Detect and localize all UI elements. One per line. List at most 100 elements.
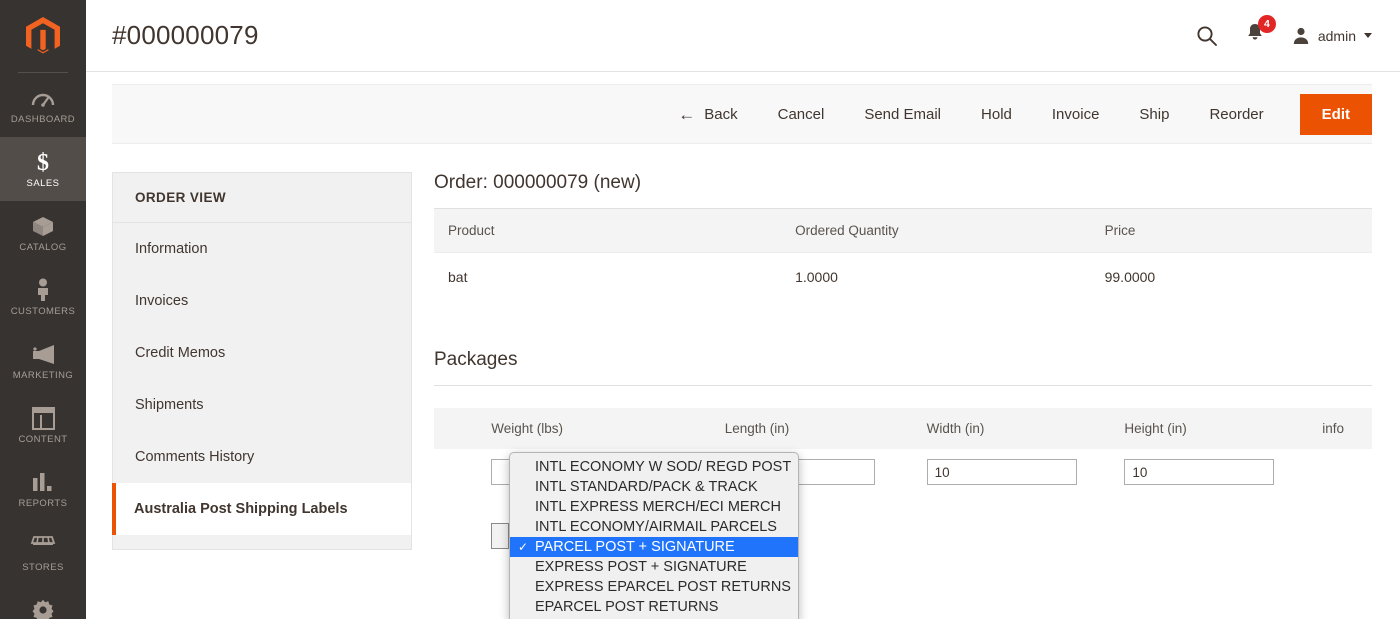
back-button[interactable]: ← Back bbox=[658, 106, 757, 123]
megaphone-icon bbox=[30, 341, 56, 367]
cell-height bbox=[1112, 449, 1310, 495]
order-items-head: Product Ordered Quantity Price bbox=[434, 209, 1372, 253]
arrow-left-icon: ← bbox=[678, 104, 696, 124]
sidebar-item-marketing[interactable]: MARKETING bbox=[0, 329, 86, 393]
ship-button[interactable]: Ship bbox=[1119, 106, 1189, 123]
width-input[interactable] bbox=[926, 459, 1077, 485]
column-weight: Weight (lbs) bbox=[479, 408, 713, 449]
sidebar-label: SALES bbox=[26, 178, 60, 189]
sidebar-label: DASHBOARD bbox=[10, 114, 76, 125]
column-height: Height (in) bbox=[1112, 408, 1311, 449]
sidebar-item-sales[interactable]: $ SALES bbox=[0, 137, 86, 201]
packages-section-title: Packages bbox=[434, 349, 1372, 386]
dropdown-option[interactable]: INTL STANDARD/PACK & TRACK bbox=[510, 477, 798, 497]
cell-info bbox=[1310, 449, 1372, 495]
sidebar-item-customers[interactable]: CUSTOMERS bbox=[0, 265, 86, 329]
bar-chart-icon bbox=[31, 469, 55, 495]
order-section-title: Order: 000000079 (new) bbox=[434, 172, 1372, 209]
magento-admin-page: DASHBOARD $ SALES CATALOG CUSTOMERS MARK… bbox=[0, 0, 1400, 619]
shipping-method-dropdown[interactable]: INTL ECONOMY W SOD/ REGD POST INTL STAND… bbox=[509, 452, 799, 619]
order-view-item-australia-post-shipping-labels[interactable]: Australia Post Shipping Labels bbox=[112, 483, 411, 535]
order-actions-toolbar: ← Back Cancel Send Email Hold Invoice Sh… bbox=[112, 84, 1372, 144]
cell-price: 99.0000 bbox=[1090, 252, 1372, 301]
order-view-item-information[interactable]: Information bbox=[113, 223, 411, 275]
magento-logo-icon bbox=[26, 17, 60, 54]
table-header-row: Product Ordered Quantity Price bbox=[434, 209, 1372, 253]
check-icon: ✓ bbox=[518, 540, 529, 554]
sidebar-label: REPORTS bbox=[18, 498, 68, 509]
order-view-heading: ORDER VIEW bbox=[113, 173, 411, 223]
dropdown-option-label: PARCEL POST + SIGNATURE bbox=[535, 539, 735, 555]
magento-logo[interactable] bbox=[0, 0, 86, 72]
sidebar-label: STORES bbox=[22, 562, 64, 573]
search-icon[interactable] bbox=[1196, 25, 1218, 47]
shipping-method-select-collapsed[interactable] bbox=[491, 523, 510, 549]
order-view-item-comments-history[interactable]: Comments History bbox=[113, 431, 411, 483]
order-view-item-invoices[interactable]: Invoices bbox=[113, 275, 411, 327]
cell-ordered-quantity: 1.0000 bbox=[781, 252, 1091, 301]
column-length: Length (in) bbox=[712, 408, 915, 449]
height-input[interactable] bbox=[1124, 459, 1275, 485]
top-bar: #000000079 4 admin bbox=[86, 0, 1400, 72]
order-view-panel: ORDER VIEW Information Invoices Credit M… bbox=[112, 172, 412, 550]
sidebar-label: CONTENT bbox=[18, 434, 68, 445]
sidebar-item-content[interactable]: CONTENT bbox=[0, 393, 86, 457]
admin-menu[interactable]: admin bbox=[1292, 27, 1372, 45]
sidebar-item-reports[interactable]: REPORTS bbox=[0, 457, 86, 521]
sidebar-item-stores[interactable]: STORES bbox=[0, 521, 86, 585]
svg-text:$: $ bbox=[37, 150, 49, 175]
layout-icon bbox=[31, 405, 55, 431]
cell-product: bat bbox=[434, 252, 782, 301]
box-icon bbox=[31, 213, 55, 239]
cell-width bbox=[915, 449, 1113, 495]
cancel-button[interactable]: Cancel bbox=[758, 106, 845, 123]
page-title: #000000079 bbox=[112, 20, 259, 50]
sidebar-item-dashboard[interactable]: DASHBOARD bbox=[0, 73, 86, 137]
column-spacer bbox=[434, 408, 480, 449]
dropdown-option[interactable]: EXPRESS EPARCEL POST RETURNS bbox=[510, 577, 798, 597]
column-product: Product bbox=[434, 209, 782, 253]
send-email-button[interactable]: Send Email bbox=[844, 106, 961, 123]
cell-spacer bbox=[434, 449, 479, 495]
order-view-item-credit-memos[interactable]: Credit Memos bbox=[113, 327, 411, 379]
main-area: #000000079 4 admin ← Back Cancel Send Em… bbox=[86, 0, 1400, 619]
notifications-button[interactable]: 4 bbox=[1244, 15, 1276, 49]
storefront-icon bbox=[30, 533, 56, 559]
dollar-icon: $ bbox=[33, 149, 53, 175]
dropdown-option[interactable]: EPARCEL POST RETURNS bbox=[510, 597, 798, 617]
sidebar-label: MARKETING bbox=[12, 370, 74, 381]
dropdown-option-selected[interactable]: ✓ PARCEL POST + SIGNATURE bbox=[510, 537, 798, 557]
order-items-table: Product Ordered Quantity Price bat 1.000… bbox=[434, 209, 1372, 301]
dropdown-option[interactable]: INTL EXPRESS MERCH/ECI MERCH bbox=[510, 497, 798, 517]
chevron-down-icon bbox=[1364, 33, 1372, 38]
gauge-icon bbox=[31, 85, 55, 111]
column-width: Width (in) bbox=[914, 408, 1113, 449]
order-items-body: bat 1.0000 99.0000 bbox=[434, 252, 1372, 301]
sidebar-label: CUSTOMERS bbox=[10, 306, 76, 317]
notification-badge: 4 bbox=[1257, 15, 1276, 33]
table-header-row: Weight (lbs) Length (in) Width (in) Heig… bbox=[434, 408, 1372, 449]
person-icon bbox=[34, 277, 52, 303]
sidebar-label: CATALOG bbox=[19, 242, 67, 253]
hold-button[interactable]: Hold bbox=[961, 106, 1032, 123]
packages-head: Weight (lbs) Length (in) Width (in) Heig… bbox=[434, 408, 1372, 449]
dropdown-option[interactable]: EXPRESS POST + SIGNATURE bbox=[510, 557, 798, 577]
reorder-button[interactable]: Reorder bbox=[1189, 106, 1283, 123]
admin-label: admin bbox=[1317, 27, 1356, 44]
edit-button[interactable]: Edit bbox=[1299, 93, 1372, 135]
sidebar-item-catalog[interactable]: CATALOG bbox=[0, 201, 86, 265]
user-icon bbox=[1293, 27, 1309, 44]
back-label: Back bbox=[704, 105, 738, 123]
column-price: Price bbox=[1090, 209, 1372, 253]
dropdown-option[interactable]: INTL ECONOMY W SOD/ REGD POST bbox=[510, 457, 798, 477]
dropdown-option[interactable]: INTL ECONOMY/AIRMAIL PARCELS bbox=[510, 517, 798, 537]
top-bar-right: 4 admin bbox=[1196, 15, 1372, 49]
invoice-button[interactable]: Invoice bbox=[1032, 106, 1120, 123]
order-view-footer bbox=[113, 535, 411, 549]
gear-icon bbox=[31, 597, 55, 619]
order-view-item-shipments[interactable]: Shipments bbox=[113, 379, 411, 431]
sidebar-item-system[interactable]: SYSTEM bbox=[0, 585, 86, 619]
column-ordered-quantity: Ordered Quantity bbox=[781, 209, 1091, 253]
column-info: info bbox=[1310, 408, 1372, 449]
sidebar-nav: DASHBOARD $ SALES CATALOG CUSTOMERS MARK… bbox=[0, 0, 86, 619]
